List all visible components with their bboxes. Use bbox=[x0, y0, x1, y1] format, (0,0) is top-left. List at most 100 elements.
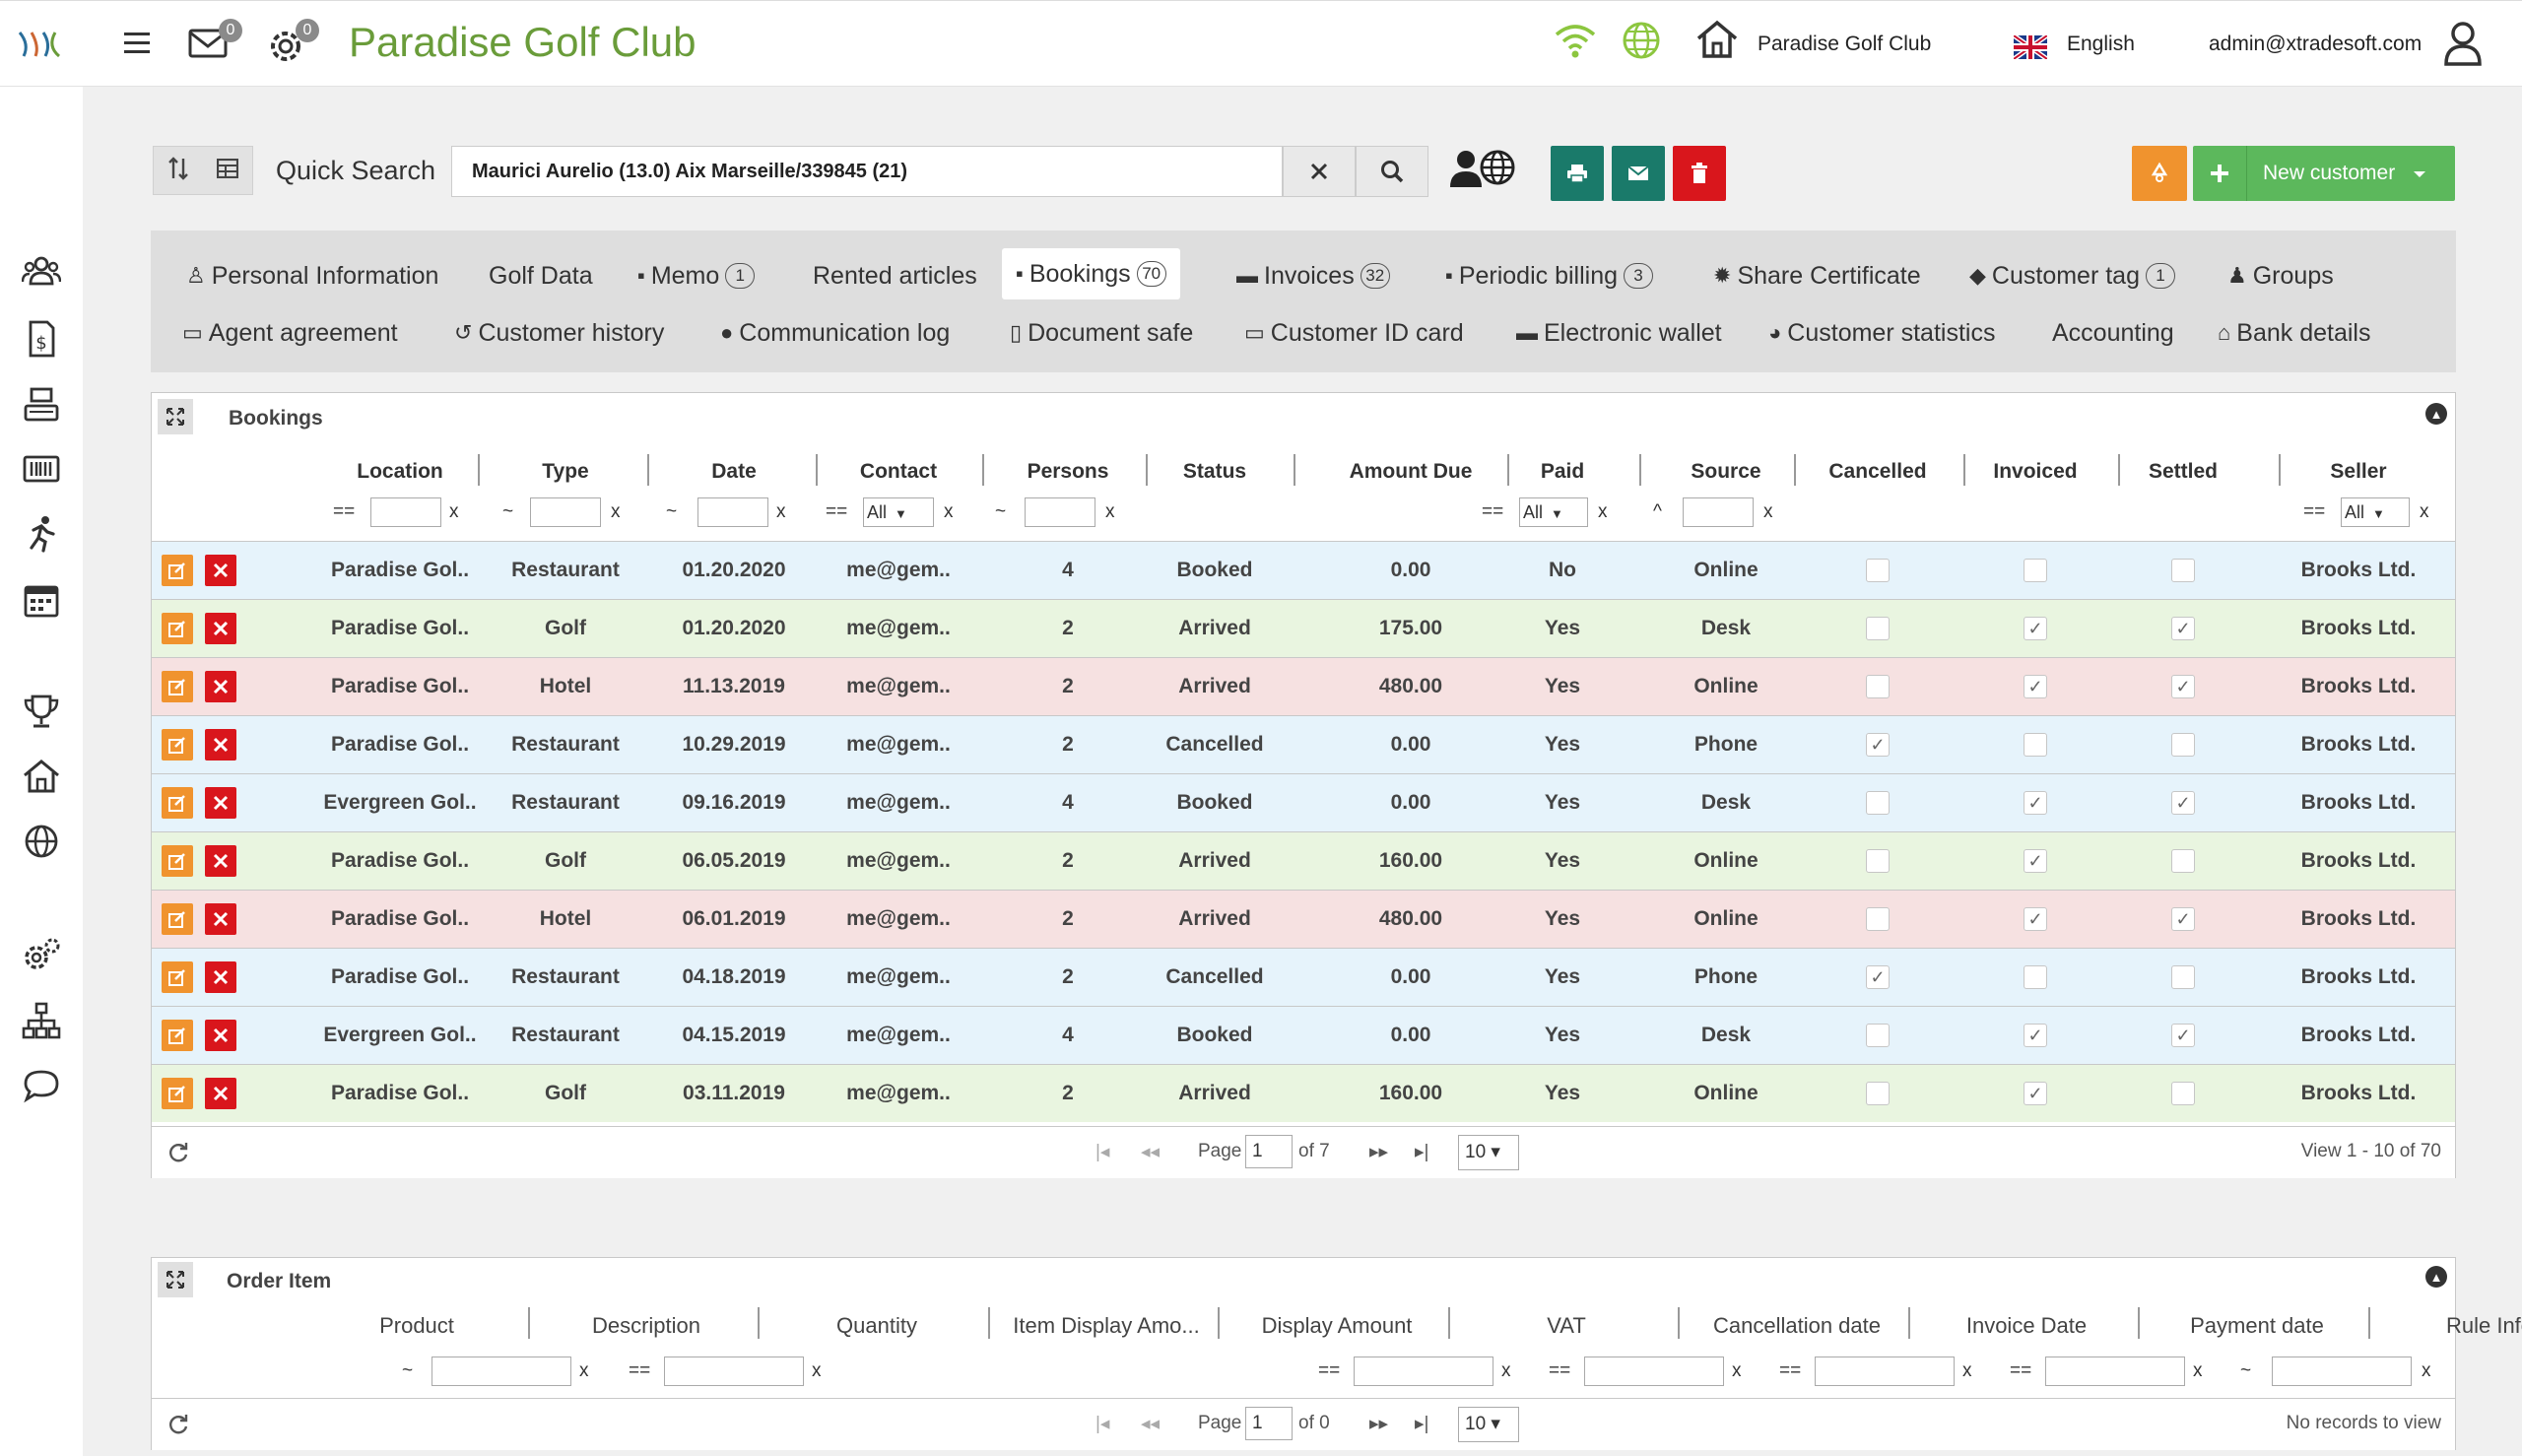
column-divider[interactable] bbox=[816, 454, 818, 486]
column-header[interactable]: Display Amount bbox=[1224, 1313, 1450, 1339]
delete-customer-button[interactable] bbox=[1673, 146, 1726, 201]
row-cancelled-checkbox[interactable]: ✓ bbox=[1866, 965, 1890, 989]
expand-icon[interactable] bbox=[158, 399, 193, 434]
reload-icon[interactable] bbox=[167, 1413, 189, 1439]
sidebar-trophy-icon[interactable] bbox=[22, 692, 61, 731]
language-selector[interactable]: English bbox=[2067, 33, 2135, 56]
user-globe-icon[interactable] bbox=[1446, 146, 1519, 195]
edit-row-button[interactable] bbox=[162, 903, 193, 935]
table-row[interactable]: Paradise Gol.. Restaurant 04.18.2019 me@gem… bbox=[152, 948, 2455, 1006]
row-invoiced-checkbox[interactable]: ✓ bbox=[2024, 617, 2047, 640]
column-header[interactable]: Location bbox=[311, 460, 489, 484]
row-cancelled-checkbox[interactable] bbox=[1866, 559, 1890, 582]
table-row[interactable]: Paradise Gol.. Hotel 11.13.2019 me@gem.. 2 Ar… bbox=[152, 657, 2455, 715]
row-cancelled-checkbox[interactable] bbox=[1866, 617, 1890, 640]
column-header[interactable]: Cancellation date bbox=[1684, 1313, 1910, 1339]
tab-groups[interactable]: ♟ Groups bbox=[2227, 252, 2334, 299]
row-settled-checkbox[interactable]: ✓ bbox=[2171, 907, 2195, 931]
row-invoiced-checkbox[interactable]: ✓ bbox=[2024, 1024, 2047, 1047]
table-row[interactable]: Paradise Gol.. Hotel 06.01.2019 me@gem.. 2 Ar… bbox=[152, 890, 2455, 948]
menu-icon[interactable] bbox=[122, 29, 152, 56]
row-settled-checkbox[interactable] bbox=[2171, 849, 2195, 873]
table-row[interactable]: Paradise Gol.. Restaurant 10.29.2019 me@gem… bbox=[152, 715, 2455, 773]
row-invoiced-checkbox[interactable]: ✓ bbox=[2024, 675, 2047, 698]
club-logo-icon[interactable] bbox=[16, 27, 63, 62]
table-row[interactable]: Paradise Gol.. Golf 06.05.2019 me@gem.. 2 Arr… bbox=[152, 831, 2455, 890]
refresh-button[interactable] bbox=[2132, 146, 2187, 201]
table-row[interactable]: Paradise Gol.. Restaurant 01.20.2020 me@gem… bbox=[152, 541, 2455, 599]
page-input[interactable]: 1 bbox=[1245, 1135, 1293, 1168]
column-divider[interactable] bbox=[2368, 1307, 2370, 1339]
column-divider[interactable] bbox=[647, 454, 649, 486]
column-header[interactable]: Contact bbox=[810, 460, 987, 484]
tab-agent-agreement[interactable]: ▭ Agent agreement bbox=[182, 309, 398, 357]
edit-row-button[interactable] bbox=[162, 845, 193, 877]
row-cancelled-checkbox[interactable] bbox=[1866, 675, 1890, 698]
edit-row-button[interactable] bbox=[162, 613, 193, 644]
filter-input[interactable] bbox=[2045, 1357, 2185, 1386]
filter-input[interactable] bbox=[664, 1357, 804, 1386]
first-page-icon[interactable]: |◂ bbox=[1095, 1141, 1109, 1163]
club-name[interactable]: Paradise Golf Club bbox=[1758, 33, 1931, 56]
column-header[interactable]: Payment date bbox=[2144, 1313, 2370, 1339]
tab-customer-id-card[interactable]: ▭ Customer ID card bbox=[1244, 309, 1464, 357]
edit-row-button[interactable] bbox=[162, 1020, 193, 1051]
sidebar-barcode-icon[interactable] bbox=[22, 449, 61, 489]
filter-input[interactable] bbox=[431, 1357, 571, 1386]
column-header[interactable]: Source bbox=[1637, 460, 1815, 484]
collapse-icon[interactable]: ▲ bbox=[2425, 403, 2447, 425]
tab-accounting[interactable]: Accounting bbox=[2052, 309, 2174, 357]
prev-page-icon[interactable]: ◂◂ bbox=[1141, 1141, 1160, 1163]
first-page-icon[interactable]: |◂ bbox=[1095, 1413, 1109, 1435]
sidebar-customers-icon[interactable] bbox=[22, 252, 61, 292]
sidebar-calendar-icon[interactable] bbox=[22, 579, 61, 619]
row-cancelled-checkbox[interactable]: ✓ bbox=[1866, 733, 1890, 757]
filter-select[interactable]: All ▼ bbox=[2341, 497, 2410, 527]
row-invoiced-checkbox[interactable]: ✓ bbox=[2024, 849, 2047, 873]
delete-row-button[interactable] bbox=[205, 613, 236, 644]
row-settled-checkbox[interactable] bbox=[2171, 965, 2195, 989]
row-settled-checkbox[interactable] bbox=[2171, 1082, 2195, 1105]
delete-row-button[interactable] bbox=[205, 729, 236, 761]
page-size-select[interactable]: 10 ▾ bbox=[1458, 1135, 1519, 1170]
tab-customer-history[interactable]: ↺ Customer history bbox=[454, 309, 664, 357]
column-divider[interactable] bbox=[1963, 454, 1965, 486]
column-header[interactable]: Status bbox=[1126, 460, 1303, 484]
column-header[interactable]: Settled bbox=[2094, 460, 2272, 484]
filter-input[interactable] bbox=[1683, 497, 1754, 527]
filter-input[interactable] bbox=[1025, 497, 1095, 527]
edit-row-button[interactable] bbox=[162, 1078, 193, 1109]
edit-row-button[interactable] bbox=[162, 671, 193, 702]
column-divider[interactable] bbox=[1218, 1307, 1220, 1339]
column-divider[interactable] bbox=[982, 454, 984, 486]
column-header[interactable]: Date bbox=[645, 460, 823, 484]
tab-rented-articles[interactable]: Rented articles bbox=[813, 252, 977, 299]
filter-select[interactable]: All ▼ bbox=[863, 497, 934, 527]
sidebar-chat-icon[interactable] bbox=[22, 1066, 61, 1105]
row-settled-checkbox[interactable] bbox=[2171, 733, 2195, 757]
sidebar-globe-icon[interactable] bbox=[22, 822, 61, 861]
reload-icon[interactable] bbox=[167, 1141, 189, 1167]
column-divider[interactable] bbox=[1639, 454, 1641, 486]
column-header[interactable]: Item Display Amo... bbox=[993, 1313, 1220, 1339]
row-cancelled-checkbox[interactable] bbox=[1866, 1024, 1890, 1047]
next-page-icon[interactable]: ▸▸ bbox=[1369, 1141, 1388, 1163]
sidebar-cash-register-icon[interactable] bbox=[22, 384, 61, 424]
tab-memo[interactable]: ▪ Memo 1 bbox=[637, 252, 756, 299]
filter-input[interactable] bbox=[697, 497, 768, 527]
column-header[interactable]: Description bbox=[533, 1313, 760, 1339]
user-icon[interactable] bbox=[2443, 21, 2483, 66]
globe-icon[interactable] bbox=[1622, 21, 1661, 60]
row-invoiced-checkbox[interactable]: ✓ bbox=[2024, 907, 2047, 931]
next-page-icon[interactable]: ▸▸ bbox=[1369, 1413, 1388, 1435]
filter-input[interactable] bbox=[2272, 1357, 2412, 1386]
tab-customer-statistics[interactable]: ◕ Customer statistics bbox=[1768, 309, 1995, 357]
tab-customer-tag[interactable]: ◆ Customer tag 1 bbox=[1969, 252, 2175, 299]
column-divider[interactable] bbox=[1908, 1307, 1910, 1339]
delete-row-button[interactable] bbox=[205, 961, 236, 993]
sidebar-home-icon[interactable] bbox=[22, 757, 61, 796]
edit-row-button[interactable] bbox=[162, 787, 193, 819]
sidebar-invoice-icon[interactable]: $ bbox=[22, 319, 61, 359]
column-divider[interactable] bbox=[1294, 454, 1295, 486]
column-header[interactable]: Invoice Date bbox=[1913, 1313, 2140, 1339]
